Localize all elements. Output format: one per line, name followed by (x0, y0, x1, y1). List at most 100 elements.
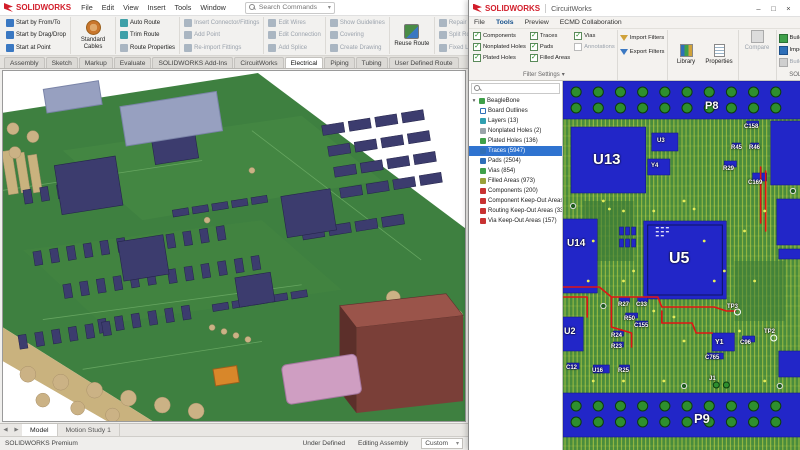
tab-scroll-left-icon[interactable]: ◀ (0, 427, 11, 433)
expander-icon[interactable]: ▾ (471, 98, 477, 104)
tree-item-board-outlines[interactable]: Board Outlines (469, 106, 562, 116)
menu-edit[interactable]: Edit (102, 3, 114, 12)
library-button[interactable]: Library (670, 30, 703, 80)
tree-item-traces[interactable]: Traces (5947) (469, 146, 562, 156)
start-by-fromto-button[interactable]: Start by From/To (5, 18, 67, 29)
start-by-dragdrop-button[interactable]: Start by Drag/Drop (5, 30, 67, 41)
search-input[interactable] (259, 4, 325, 11)
model-tab[interactable]: Model (22, 424, 58, 436)
cable-drum-icon (86, 20, 101, 35)
configuration-dropdown[interactable]: Custom ▾ (421, 438, 463, 449)
filter-vias-checkbox[interactable]: ✓Vias (574, 30, 615, 41)
tab-evaluate[interactable]: Evaluate (114, 57, 152, 68)
covering-button[interactable]: Covering (329, 30, 386, 41)
trim-route-icon (120, 31, 128, 39)
tab-electrical[interactable]: Electrical (285, 57, 324, 68)
reuse-route-button[interactable]: Reuse Route (393, 17, 431, 54)
compare-button[interactable]: Compare (741, 30, 774, 51)
filter-pads-checkbox[interactable]: ✓Pads (530, 41, 570, 52)
filter-filled-areas-checkbox[interactable]: ✓Filled Areas (530, 52, 570, 63)
show-guidelines-button[interactable]: Show Guidelines (329, 18, 386, 29)
close-button[interactable]: × (781, 2, 796, 15)
tree-item-filled-areas[interactable]: Filled Areas (973) (469, 176, 562, 186)
ribbon-group-route-tools: Auto Route Trim Route Route Properties (116, 17, 180, 54)
solidworks-titlebar: SOLIDWORKS File Edit View Insert Tools W… (0, 0, 468, 16)
build-model-button[interactable]: Build Model (779, 32, 800, 44)
filter-settings-label[interactable]: Filter Settings ▾ (473, 70, 615, 80)
checkbox-checked-icon: ✓ (530, 54, 538, 62)
tree-item-nonplated-holes[interactable]: Nonplated Holes (2) (469, 126, 562, 136)
tab-solidworks-addins[interactable]: SOLIDWORKS Add-Ins (152, 57, 233, 68)
add-splice-button[interactable]: Add Splice (267, 42, 321, 53)
3d-viewport[interactable] (2, 70, 466, 422)
menu-insert[interactable]: Insert (148, 3, 166, 12)
menu-file[interactable]: File (81, 3, 93, 12)
cw-tab-preview[interactable]: Preview (525, 19, 549, 26)
fixed-lengths-button[interactable]: Fixed Lengths (438, 42, 468, 53)
import-model-button[interactable]: Import Model (779, 44, 800, 56)
start-at-point-button[interactable]: Start at Point (5, 42, 67, 53)
add-point-button[interactable]: Add Point (183, 30, 260, 41)
standard-cables-button[interactable]: Standard Cables (74, 17, 112, 54)
reimport-fittings-button[interactable]: Re-import Fittings (183, 42, 260, 53)
filter-settings-group: ✓Components ✓Nonplated Holes ✓Plated Hol… (471, 30, 618, 80)
circuitworks-ribbon: ✓Components ✓Nonplated Holes ✓Plated Hol… (469, 29, 800, 81)
filter-annotations-checkbox[interactable]: Annotations (574, 41, 615, 52)
edit-connection-button[interactable]: Edit Connection (267, 30, 321, 41)
edit-connection-icon (268, 31, 276, 39)
command-search[interactable]: ▾ (245, 2, 335, 14)
tree-item-via-keepout[interactable]: Via Keep-Out Areas (157) (469, 216, 562, 226)
guidelines-icon (330, 19, 338, 27)
tree-item-routing-keepout[interactable]: Routing Keep-Out Areas (332) (469, 206, 562, 216)
traces-icon (480, 148, 486, 154)
search-icon (474, 85, 481, 92)
tab-scroll-right-icon[interactable]: ▶ (11, 427, 22, 433)
minimize-button[interactable]: – (751, 2, 766, 15)
motion-study-tab[interactable]: Motion Study 1 (58, 424, 120, 436)
filter-traces-checkbox[interactable]: ✓Traces (530, 30, 570, 41)
tab-sketch[interactable]: Sketch (46, 57, 78, 68)
trim-route-button[interactable]: Trim Route (119, 30, 176, 41)
tree-item-pads[interactable]: Pads (2504) (469, 156, 562, 166)
search-dropdown-icon[interactable]: ▾ (328, 4, 331, 11)
repair-route-button[interactable]: Repair Route (438, 18, 468, 29)
tab-markup[interactable]: Markup (79, 57, 113, 68)
auto-route-button[interactable]: Auto Route (119, 18, 176, 29)
cw-tab-ecmd-collaboration[interactable]: ECMD Collaboration (560, 19, 622, 26)
tree-item-components[interactable]: Components (200) (469, 186, 562, 196)
import-model-icon (779, 46, 788, 55)
tab-piping[interactable]: Piping (324, 57, 354, 68)
tree-root-beaglebone[interactable]: ▾ BeagleBone (469, 96, 562, 106)
circuitworks-title: CircuitWorks (545, 4, 592, 13)
tab-user-defined-route[interactable]: User Defined Route (389, 57, 459, 68)
import-filters-button[interactable]: Import Filters (620, 32, 665, 44)
filter-components-checkbox[interactable]: ✓Components (473, 30, 526, 41)
ecad-preview-view[interactable]: P8 U13 U5 P9 U3 Y4 R29 C158 R45 R46 C169… (563, 81, 800, 450)
split-route-button[interactable]: Split Route (438, 30, 468, 41)
menu-tools[interactable]: Tools (175, 3, 192, 12)
menu-window[interactable]: Window (200, 3, 226, 12)
filter-settings-dropdown-icon: ▾ (562, 71, 565, 78)
filter-nonplated-holes-checkbox[interactable]: ✓Nonplated Holes (473, 41, 526, 52)
insert-connector-button[interactable]: Insert Connector/Fittings (183, 18, 260, 29)
tree-item-vias[interactable]: Vias (854) (469, 166, 562, 176)
tab-tubing[interactable]: Tubing (356, 57, 388, 68)
cw-tab-file[interactable]: File (474, 19, 485, 26)
create-drawing-button[interactable]: Create Drawing (329, 42, 386, 53)
menu-view[interactable]: View (123, 3, 138, 12)
filter-plated-holes-checkbox[interactable]: ✓Plated Holes (473, 52, 526, 63)
tab-assembly[interactable]: Assembly (4, 57, 45, 68)
tree-item-layers[interactable]: Layers (13) (469, 116, 562, 126)
tree-item-component-keepout[interactable]: Component Keep-Out Areas (34) (469, 196, 562, 206)
properties-button[interactable]: Properties (703, 30, 736, 80)
export-filters-button[interactable]: Export Filters (620, 46, 665, 58)
edit-wires-button[interactable]: Edit Wires (267, 18, 321, 29)
tab-circuitworks[interactable]: CircuitWorks (234, 57, 283, 68)
cw-tab-tools[interactable]: Tools (496, 19, 514, 26)
tree-search-box[interactable] (471, 83, 560, 94)
maximize-button[interactable]: □ (766, 2, 781, 15)
build-midplane-part-button[interactable]: Build Midplane Part (779, 56, 800, 68)
ribbon-group-repair: Repair Route Split Route Fixed Lengths (435, 17, 468, 54)
route-properties-button[interactable]: Route Properties (119, 42, 176, 53)
tree-item-plated-holes[interactable]: Plated Holes (136) (469, 136, 562, 146)
